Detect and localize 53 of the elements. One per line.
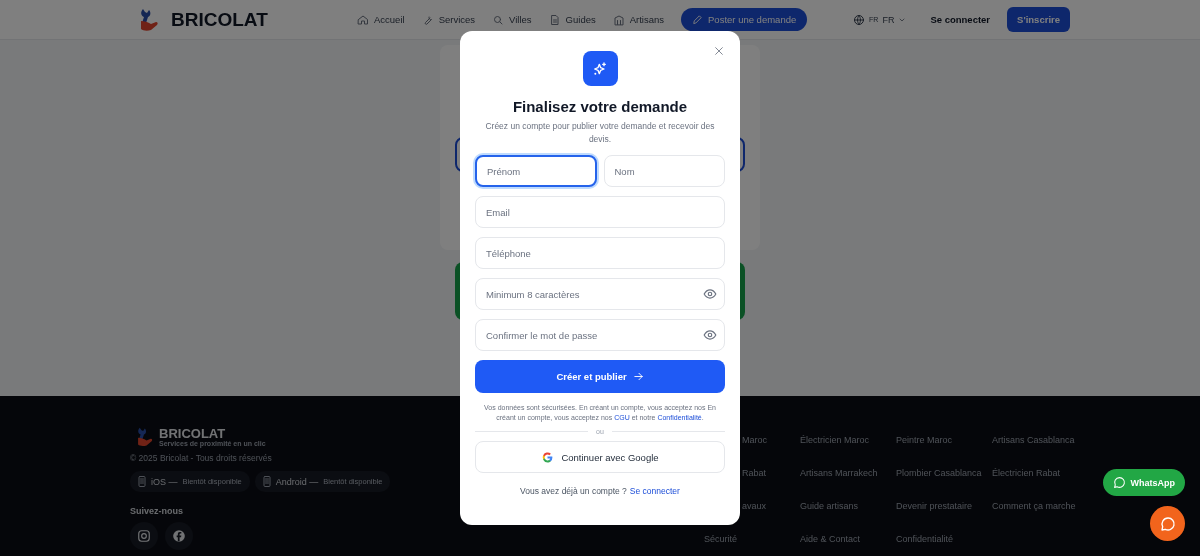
close-icon — [714, 46, 724, 56]
signup-button[interactable]: S'inscrire — [1007, 7, 1070, 32]
footer-link[interactable]: Guide artisans — [800, 500, 896, 513]
document-icon — [548, 13, 561, 26]
brand-name[interactable]: BRICOLAT — [171, 8, 268, 31]
whatsapp-button[interactable]: WhatsApp — [1102, 469, 1185, 496]
footer-brand-name: BRICOLAT — [159, 427, 227, 440]
footer-link[interactable]: Artisans Casablanca — [992, 434, 1102, 447]
social-link[interactable] — [165, 522, 193, 550]
close-button[interactable] — [714, 46, 724, 56]
google-icon — [541, 450, 555, 464]
nav-link[interactable]: Accueil — [357, 13, 405, 26]
sparkle-icon — [592, 60, 608, 77]
pencil-icon — [692, 14, 704, 25]
nav-link[interactable]: Artisans — [612, 13, 665, 26]
input-field[interactable]: Prénom — [475, 155, 597, 187]
nav-link[interactable]: Villes — [492, 13, 532, 26]
chat-icon — [1159, 515, 1176, 532]
dialog-title: Finalisez votre demande — [512, 98, 688, 115]
footer-link[interactable]: Plombier Casablanca — [896, 467, 992, 480]
house-icon — [357, 13, 369, 26]
phone-icon — [138, 476, 146, 487]
follow-heading: Suivez-nous — [130, 506, 183, 516]
facebook-icon — [172, 529, 186, 543]
footer-link[interactable]: Artisans Marrakech — [800, 467, 896, 480]
create-publish-button[interactable]: Créer et publier — [475, 360, 725, 393]
signin-link[interactable]: Se connecter — [629, 486, 680, 496]
footer-link[interactable]: Électricien Rabat — [992, 467, 1102, 480]
footer-link[interactable]: Comment ça marche — [992, 500, 1102, 513]
footer-link[interactable]: Électricien Maroc — [800, 434, 896, 447]
footer-link[interactable]: Aide & Contact — [800, 533, 896, 546]
search-icon — [492, 13, 505, 26]
login-link[interactable]: Se connecter — [930, 14, 991, 25]
footer-link[interactable]: Devenir prestataire — [896, 500, 992, 513]
eye-icon — [703, 287, 717, 301]
footer-link[interactable]: Confidentialité — [896, 533, 992, 546]
footer-link[interactable]: Sécurité — [704, 533, 800, 546]
globe-icon — [853, 13, 866, 26]
nav-link[interactable]: Services — [421, 13, 476, 26]
arrow-right-icon — [632, 371, 644, 382]
signin-prompt: Vous avez déjà un compte ? — [520, 486, 627, 496]
building-icon — [612, 13, 625, 26]
phone-icon — [262, 476, 271, 487]
footer-link[interactable]: Peintre Maroc — [896, 434, 992, 447]
google-button[interactable]: Continuer avec Google — [475, 441, 725, 473]
chat-bubble-icon — [1112, 476, 1126, 489]
eye-icon — [703, 328, 717, 342]
copyright-text: © 2025 Bricolat - Tous droits réservés — [130, 453, 272, 463]
instagram-icon — [137, 529, 151, 543]
post-request-button[interactable]: Poster une demande — [681, 8, 808, 31]
nav-link[interactable]: Guides — [548, 13, 596, 26]
dialog-subtitle: Créez un compte pour publier votre demande et recevoir des devis. — [484, 120, 716, 146]
social-link[interactable] — [130, 522, 158, 550]
